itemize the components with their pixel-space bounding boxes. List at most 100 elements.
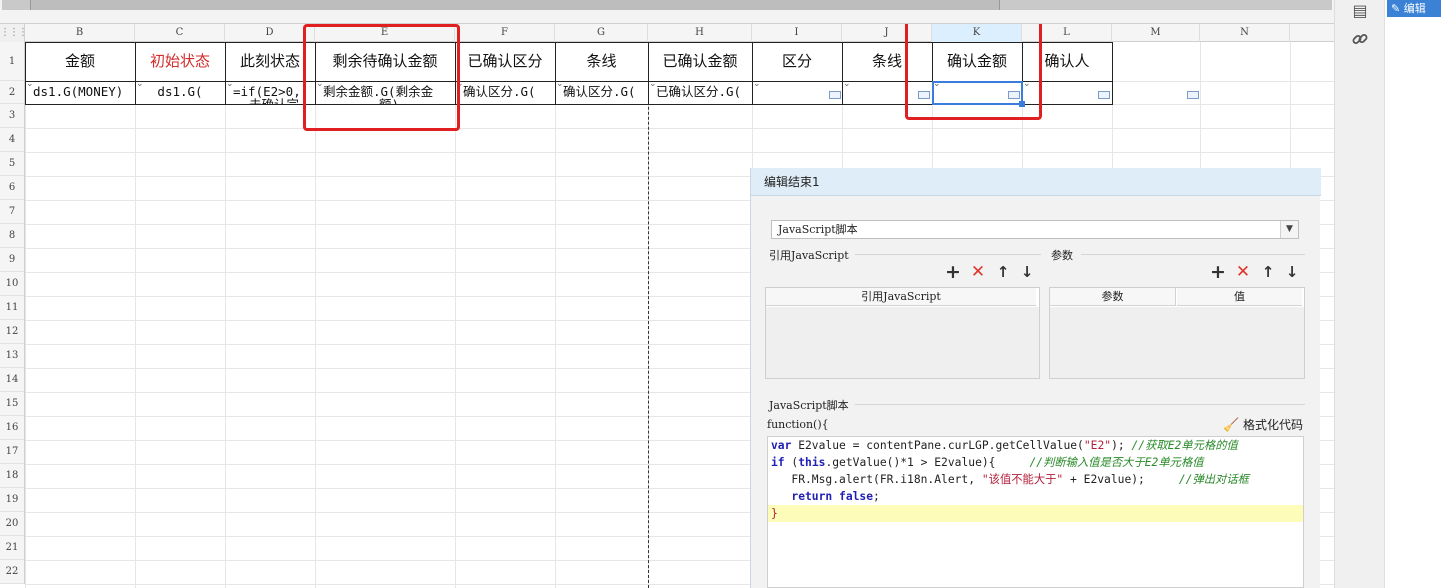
- row-header-5[interactable]: 5: [0, 152, 25, 176]
- code-line[interactable]: FR.Msg.alert(FR.i18n.Alert, "该值不能大于" + E…: [768, 471, 1303, 488]
- row-header-7[interactable]: 7: [0, 200, 25, 224]
- row-divider: [25, 81, 135, 82]
- script-type-value: JavaScript脚本: [778, 223, 858, 236]
- add-param-button[interactable]: +: [1208, 262, 1228, 282]
- row-header-17[interactable]: 17: [0, 440, 25, 464]
- column-header-b[interactable]: B: [25, 24, 135, 42]
- move-up-param-button[interactable]: ↑: [1258, 262, 1278, 282]
- move-up-ref-button[interactable]: ↑: [993, 262, 1013, 282]
- column-header-g[interactable]: G: [555, 24, 648, 42]
- row-header-4[interactable]: 4: [0, 128, 25, 152]
- cell-border: [455, 42, 556, 105]
- move-down-ref-button[interactable]: ↓: [1017, 262, 1037, 282]
- ref-js-list[interactable]: 引用JavaScript: [765, 287, 1040, 379]
- column-header-c[interactable]: C: [135, 24, 225, 42]
- code-token: false: [839, 490, 874, 503]
- move-down-param-button[interactable]: ↓: [1282, 262, 1302, 282]
- row-header-9[interactable]: 9: [0, 248, 25, 272]
- dropdown-widget-icon[interactable]: [1187, 91, 1199, 99]
- row-header-18[interactable]: 18: [0, 464, 25, 488]
- code-token: var: [771, 439, 792, 452]
- column-header-h[interactable]: H: [648, 24, 752, 42]
- row-header-14[interactable]: 14: [0, 368, 25, 392]
- broom-icon: 🧹: [1223, 418, 1240, 433]
- param-column-header: 参数: [1050, 288, 1176, 306]
- format-code-button[interactable]: 🧹 格式化代码: [1223, 416, 1303, 433]
- row-header-19[interactable]: 19: [0, 488, 25, 512]
- code-token: if: [771, 456, 785, 469]
- code-line[interactable]: return false;: [768, 488, 1303, 505]
- chevron-down-icon[interactable]: ▼: [1280, 221, 1298, 238]
- row-divider: [225, 81, 315, 82]
- row-header-15[interactable]: 15: [0, 392, 25, 416]
- edit-tab-label: 编辑: [1403, 2, 1426, 15]
- dropdown-widget-icon[interactable]: [829, 91, 841, 99]
- dropdown-widget-icon[interactable]: [1098, 91, 1110, 99]
- js-script-label: JavaScript脚本: [769, 399, 849, 412]
- format-code-label: 格式化代码: [1243, 418, 1304, 432]
- row-header-6[interactable]: 6: [0, 176, 25, 200]
- row-header-8[interactable]: 8: [0, 224, 25, 248]
- column-header-i[interactable]: I: [752, 24, 842, 42]
- row-header-21[interactable]: 21: [0, 536, 25, 560]
- column-header-bar: ⋮⋮⋮ BCDEFGHIJKLMN: [0, 24, 1334, 42]
- code-token: return: [791, 490, 833, 503]
- params-label: 参数: [1051, 249, 1073, 262]
- column-header-n[interactable]: N: [1200, 24, 1290, 42]
- scrollbar-thumb[interactable]: [30, 0, 1000, 10]
- row-header-12[interactable]: 12: [0, 320, 25, 344]
- divider: [855, 404, 1305, 405]
- row-header-2[interactable]: 2: [0, 81, 25, 104]
- code-token: E2value = contentPane.curLGP.getCellValu…: [791, 439, 1084, 452]
- cell-border: [135, 42, 226, 105]
- code-line[interactable]: if (this.getValue()*1 > E2value){ //判断输入…: [768, 454, 1303, 471]
- divider: [855, 254, 1041, 255]
- delete-ref-button[interactable]: ✕: [968, 262, 988, 282]
- code-token: //弹出对话框: [1178, 473, 1249, 486]
- highlight-box: [303, 24, 460, 131]
- add-ref-button[interactable]: +: [943, 262, 963, 282]
- code-token: .getValue()*1 > E2value){: [825, 456, 1030, 469]
- code-token: ;: [873, 490, 880, 503]
- horizontal-scrollbar[interactable]: [2, 0, 1332, 10]
- row-header-11[interactable]: 11: [0, 296, 25, 320]
- ref-js-list-body[interactable]: [766, 307, 1039, 378]
- code-token: this: [798, 456, 826, 469]
- params-list[interactable]: 参数 值: [1049, 287, 1305, 379]
- row-divider: [135, 81, 225, 82]
- link-icon[interactable]: [1349, 30, 1371, 52]
- column-header-m[interactable]: M: [1112, 24, 1200, 42]
- row-header-22[interactable]: 22: [0, 560, 25, 584]
- function-signature: function(){: [767, 418, 829, 431]
- params-list-body[interactable]: [1050, 307, 1304, 378]
- panel-icon[interactable]: ▤: [1349, 0, 1371, 22]
- row-header-13[interactable]: 13: [0, 344, 25, 368]
- code-line[interactable]: }: [768, 505, 1303, 522]
- script-type-select[interactable]: JavaScript脚本 ▼: [771, 220, 1299, 239]
- gridline: [225, 42, 226, 588]
- code-token: FR.Msg.alert(FR.i18n.Alert,: [771, 473, 982, 486]
- column-header-f[interactable]: F: [455, 24, 555, 42]
- row-header-16[interactable]: 16: [0, 416, 25, 440]
- code-editor[interactable]: var E2value = contentPane.curLGP.getCell…: [767, 436, 1304, 588]
- highlight-box: [905, 24, 1042, 120]
- row-header-3[interactable]: 3: [0, 104, 25, 128]
- value-column-header: 值: [1177, 288, 1302, 306]
- edit-tab[interactable]: ✎ 编辑: [1387, 0, 1441, 17]
- cell-border: [555, 42, 649, 105]
- cell-border: [25, 42, 136, 105]
- column-header-d[interactable]: D: [225, 24, 315, 42]
- edit-end-dialog: 编辑结束1 JavaScript脚本 ▼ 引用JavaScript 参数 + ✕…: [750, 168, 1321, 588]
- row-header-10[interactable]: 10: [0, 272, 25, 296]
- pencil-icon: ✎: [1391, 2, 1401, 15]
- row-header-20[interactable]: 20: [0, 512, 25, 536]
- dialog-title: 编辑结束1: [751, 168, 1321, 196]
- select-all-corner[interactable]: ⋮⋮⋮: [0, 24, 28, 42]
- row-header-1[interactable]: 1: [0, 42, 25, 81]
- row-divider: [455, 81, 555, 82]
- right-toolbar: ▤: [1334, 0, 1384, 588]
- code-token: + E2value);: [1063, 473, 1179, 486]
- delete-param-button[interactable]: ✕: [1233, 262, 1253, 282]
- code-line[interactable]: var E2value = contentPane.curLGP.getCell…: [768, 437, 1303, 454]
